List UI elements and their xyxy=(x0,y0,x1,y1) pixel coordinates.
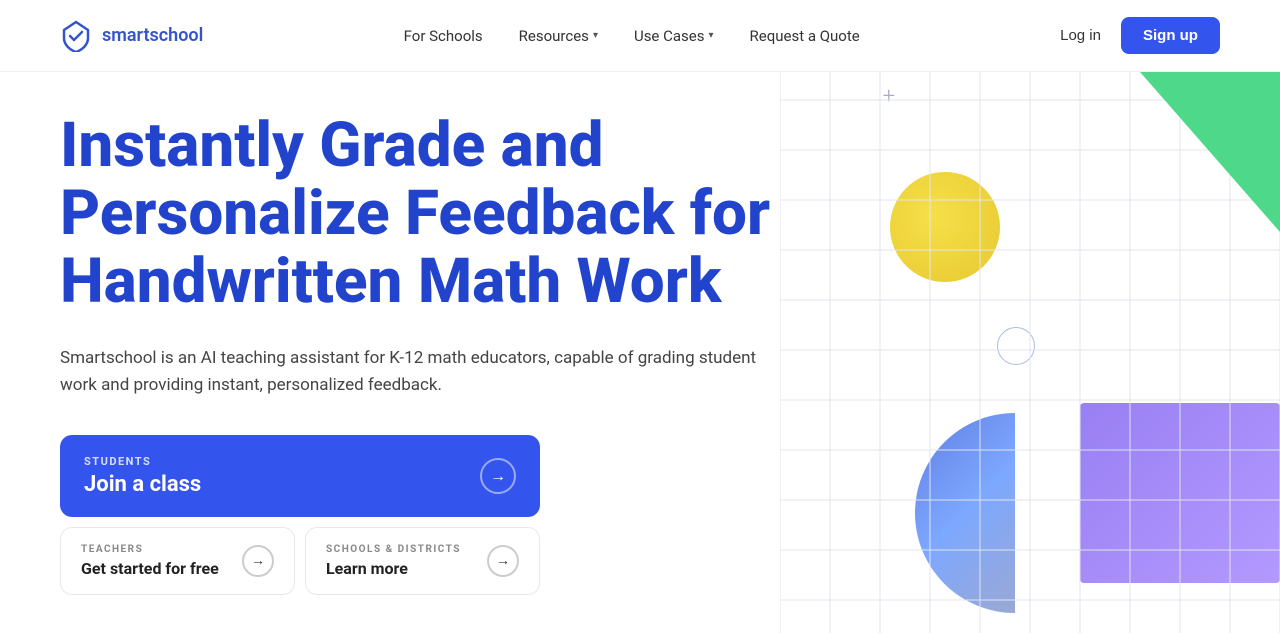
green-triangle-decoration xyxy=(1140,72,1280,232)
cta-cards: STUDENTS Join a class → TEACHERS Get sta… xyxy=(60,435,540,595)
cta-schools[interactable]: SCHOOLS & DISTRICTS Learn more → xyxy=(305,527,540,595)
login-button[interactable]: Log in xyxy=(1060,27,1101,44)
nav-resources[interactable]: Resources ▾ xyxy=(519,27,598,45)
cta-teachers[interactable]: TEACHERS Get started for free → xyxy=(60,527,295,595)
chevron-down-icon: ▾ xyxy=(708,30,713,41)
cta-schools-title: Learn more xyxy=(326,559,461,578)
left-content: Instantly Grade and Personalize Feedback… xyxy=(60,112,880,633)
cta-students-title: Join a class xyxy=(84,472,201,497)
cta-students-label: STUDENTS xyxy=(84,455,201,468)
cta-students[interactable]: STUDENTS Join a class → xyxy=(60,435,540,517)
arrow-icon: → xyxy=(487,545,519,577)
hero-title: Instantly Grade and Personalize Feedback… xyxy=(60,112,840,317)
logo-icon xyxy=(60,20,92,52)
main-content: Instantly Grade and Personalize Feedback… xyxy=(0,72,1280,633)
cta-row: TEACHERS Get started for free → SCHOOLS … xyxy=(60,527,540,595)
hero-subtitle: Smartschool is an AI teaching assistant … xyxy=(60,345,760,399)
cta-teachers-title: Get started for free xyxy=(81,559,219,578)
arrow-icon: → xyxy=(242,545,274,577)
nav-request-quote[interactable]: Request a Quote xyxy=(750,27,860,45)
cta-teachers-label: TEACHERS xyxy=(81,544,219,555)
nav-use-cases[interactable]: Use Cases ▾ xyxy=(634,27,714,45)
cta-students-content: STUDENTS Join a class xyxy=(84,455,201,497)
cta-teachers-content: TEACHERS Get started for free xyxy=(81,544,219,578)
logo-text: smartschool xyxy=(102,25,203,46)
nav-for-schools[interactable]: For Schools xyxy=(404,27,483,45)
navbar: smartschool For Schools Resources ▾ Use … xyxy=(0,0,1280,72)
signup-button[interactable]: Sign up xyxy=(1121,17,1220,54)
cta-schools-label: SCHOOLS & DISTRICTS xyxy=(326,544,461,555)
nav-links: For Schools Resources ▾ Use Cases ▾ Requ… xyxy=(404,27,860,45)
logo[interactable]: smartschool xyxy=(60,20,203,52)
cta-schools-content: SCHOOLS & DISTRICTS Learn more xyxy=(326,544,461,578)
nav-actions: Log in Sign up xyxy=(1060,17,1220,54)
arrow-icon: → xyxy=(480,458,516,494)
chevron-down-icon: ▾ xyxy=(593,30,598,41)
